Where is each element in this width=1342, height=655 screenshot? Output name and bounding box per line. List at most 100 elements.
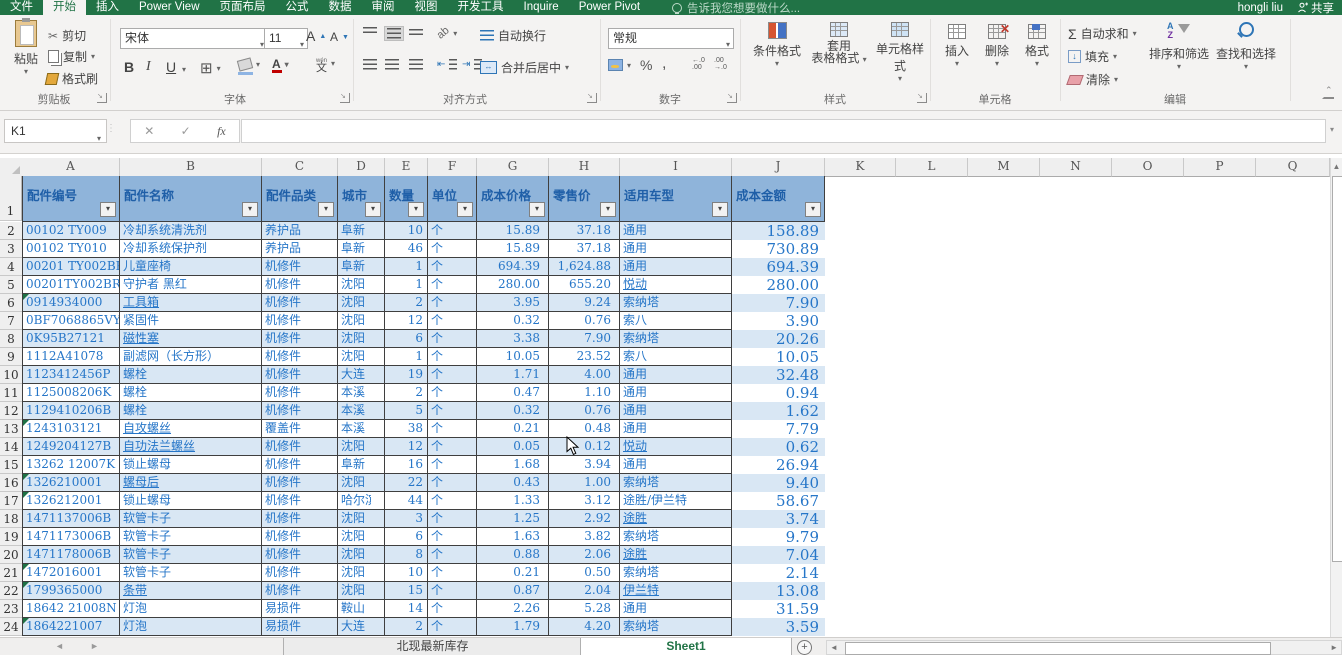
column-header-P[interactable]: P: [1184, 158, 1256, 177]
filter-button-A[interactable]: ▾: [100, 202, 116, 217]
cell-E20[interactable]: 8: [385, 546, 428, 564]
format-cells-button[interactable]: 格式 ▾: [1018, 24, 1056, 68]
cell-H21[interactable]: 0.50: [549, 564, 620, 582]
cell-J3[interactable]: 730.89: [732, 240, 825, 258]
filter-button-B[interactable]: ▾: [242, 202, 258, 217]
cell-G24[interactable]: 1.79: [477, 618, 549, 636]
paste-button[interactable]: 粘贴 ▾: [8, 18, 44, 76]
row-header-11[interactable]: 11: [0, 384, 23, 402]
cell-D10[interactable]: 大连: [338, 366, 385, 384]
cell-J2[interactable]: 158.89: [732, 222, 825, 240]
cell-F23[interactable]: 个: [428, 600, 477, 618]
cell-C4[interactable]: 机修件: [262, 258, 338, 276]
cell-B20[interactable]: 软管卡子: [120, 546, 262, 564]
cell-C24[interactable]: 易损件: [262, 618, 338, 636]
insert-cells-button[interactable]: 插入 ▾: [938, 24, 976, 68]
cell-J16[interactable]: 9.40: [732, 474, 825, 492]
cell-E17[interactable]: 44: [385, 492, 428, 510]
cell-D6[interactable]: 沈阳: [338, 294, 385, 312]
sheet-nav-next-icon[interactable]: ►: [90, 641, 99, 651]
cell-B21[interactable]: 软管卡子: [120, 564, 262, 582]
bold-button[interactable]: B: [124, 59, 134, 75]
row-header-14[interactable]: 14: [0, 438, 23, 456]
cell-D18[interactable]: 沈阳: [338, 510, 385, 528]
find-select-button[interactable]: 查找和选择 ▾: [1212, 22, 1280, 71]
confirm-entry-icon[interactable]: ✓: [181, 124, 191, 138]
cell-G15[interactable]: 1.68: [477, 456, 549, 474]
cell-E18[interactable]: 3: [385, 510, 428, 528]
cell-I22[interactable]: 伊兰特: [620, 582, 732, 600]
cell-I16[interactable]: 索纳塔: [620, 474, 732, 492]
cell-D16[interactable]: 沈阳: [338, 474, 385, 492]
cell-E21[interactable]: 10: [385, 564, 428, 582]
tell-me-box[interactable]: 告诉我您想要做什么...: [672, 0, 800, 15]
merge-center-button[interactable]: ↔ 合并后居中 ▾: [480, 59, 569, 76]
cell-G13[interactable]: 0.21: [477, 420, 549, 438]
format-as-table-button[interactable]: 套用 表格格式 ▾: [808, 22, 870, 66]
cell-B8[interactable]: 磁性塞: [120, 330, 262, 348]
increase-decimal-button[interactable]: ←.0.00: [692, 57, 705, 71]
cell-C13[interactable]: 覆盖件: [262, 420, 338, 438]
cell-B17[interactable]: 锁止螺母: [120, 492, 262, 510]
cell-A20[interactable]: 1471178006B: [22, 546, 120, 564]
decrease-decimal-button[interactable]: .00 →.0: [714, 57, 727, 71]
cell-B5[interactable]: 守护者 黑红: [120, 276, 262, 294]
cell-H24[interactable]: 4.20: [549, 618, 620, 636]
cell-B9[interactable]: 副滤网（长方形）: [120, 348, 262, 366]
cell-J11[interactable]: 0.94: [732, 384, 825, 402]
align-middle-button[interactable]: [384, 26, 404, 41]
cell-C10[interactable]: 机修件: [262, 366, 338, 384]
cell-C14[interactable]: 机修件: [262, 438, 338, 456]
cell-G14[interactable]: 0.05: [477, 438, 549, 456]
cell-C11[interactable]: 机修件: [262, 384, 338, 402]
cell-F21[interactable]: 个: [428, 564, 477, 582]
ribbon-tab-插入[interactable]: 插入: [86, 0, 129, 15]
cell-G19[interactable]: 1.63: [477, 528, 549, 546]
cut-button[interactable]: ✂ 剪切: [48, 27, 86, 44]
cell-G20[interactable]: 0.88: [477, 546, 549, 564]
align-top-button[interactable]: [363, 27, 377, 34]
cell-D14[interactable]: 沈阳: [338, 438, 385, 456]
row-header-4[interactable]: 4: [0, 258, 23, 276]
cell-F4[interactable]: 个: [428, 258, 477, 276]
cell-D11[interactable]: 本溪: [338, 384, 385, 402]
cell-D12[interactable]: 本溪: [338, 402, 385, 420]
cell-E15[interactable]: 16: [385, 456, 428, 474]
sort-filter-button[interactable]: AZ 排序和筛选 ▾: [1148, 22, 1210, 72]
align-center-button[interactable]: [385, 59, 399, 70]
cell-B18[interactable]: 软管卡子: [120, 510, 262, 528]
cell-B13[interactable]: 自攻螺丝: [120, 420, 262, 438]
cell-D4[interactable]: 阜新: [338, 258, 385, 276]
vertical-scrollbar[interactable]: ▲: [1330, 158, 1342, 637]
autosum-button[interactable]: Σ 自动求和 ▾: [1068, 25, 1137, 42]
cell-D20[interactable]: 沈阳: [338, 546, 385, 564]
filter-button-E[interactable]: ▾: [408, 202, 424, 217]
cell-A9[interactable]: 1112A41078: [22, 348, 120, 366]
cell-C9[interactable]: 机修件: [262, 348, 338, 366]
cell-F11[interactable]: 个: [428, 384, 477, 402]
cell-E11[interactable]: 2: [385, 384, 428, 402]
cell-D3[interactable]: 阜新: [338, 240, 385, 258]
cell-D5[interactable]: 沈阳: [338, 276, 385, 294]
cell-J7[interactable]: 3.90: [732, 312, 825, 330]
cell-A21[interactable]: 1472016001: [22, 564, 120, 582]
delete-cells-button[interactable]: ✕ 删除 ▾: [978, 22, 1016, 68]
cell-J21[interactable]: 2.14: [732, 564, 825, 582]
cell-B6[interactable]: 工具箱: [120, 294, 262, 312]
cell-C16[interactable]: 机修件: [262, 474, 338, 492]
collapse-ribbon-button[interactable]: ⌃: [1322, 85, 1334, 99]
cell-J19[interactable]: 9.79: [732, 528, 825, 546]
cell-F2[interactable]: 个: [428, 222, 477, 240]
cell-I21[interactable]: 索纳塔: [620, 564, 732, 582]
cell-F6[interactable]: 个: [428, 294, 477, 312]
cell-J23[interactable]: 31.59: [732, 600, 825, 618]
cell-J6[interactable]: 7.90: [732, 294, 825, 312]
cell-E12[interactable]: 5: [385, 402, 428, 420]
cell-D19[interactable]: 沈阳: [338, 528, 385, 546]
cell-H18[interactable]: 2.92: [549, 510, 620, 528]
cell-F22[interactable]: 个: [428, 582, 477, 600]
cell-E6[interactable]: 2: [385, 294, 428, 312]
cell-B2[interactable]: 冷却系统清洗剂: [120, 222, 262, 240]
cell-A17[interactable]: 1326212001: [22, 492, 120, 510]
scroll-up-icon[interactable]: ▲: [1331, 162, 1342, 171]
